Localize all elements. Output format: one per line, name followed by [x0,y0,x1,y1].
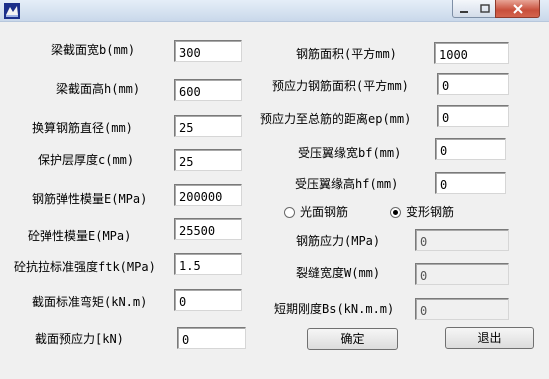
app-icon [4,3,20,19]
plain-rebar-radio[interactable] [284,207,295,218]
cover-thickness-input[interactable] [174,149,242,171]
minimize-button[interactable] [452,0,476,18]
prestress-distance-input[interactable] [437,105,509,127]
tensile-strength-label: 砼抗拉标准强度ftk(MPa) [14,260,156,274]
maximize-icon [479,3,490,13]
calculator-window: 梁截面宽b(mm) 梁截面高h(mm) 换算钢筋直径(mm) 保护层厚度c(mm… [0,0,549,379]
steel-modulus-label: 钢筋弹性模量E(MPa) [32,192,148,206]
flange-height-label: 受压翼缘高hf(mm) [295,177,399,191]
rebar-area-label: 钢筋面积(平方mm) [296,47,397,61]
rebar-area-input[interactable] [434,42,509,64]
prestress-force-input[interactable] [177,327,246,349]
short-term-stiffness-label: 短期刚度Bs(kN.m.m) [274,302,395,316]
steel-modulus-input[interactable] [174,184,242,206]
exit-button[interactable]: 退出 [445,327,534,349]
flange-height-input[interactable] [435,172,506,194]
minimize-icon [460,10,468,13]
steel-stress-output [415,229,509,251]
prestress-distance-label: 预应力至总筋的距离ep(mm) [260,112,412,126]
tensile-strength-input[interactable] [174,253,242,275]
crack-width-label: 裂缝宽度W(mm) [296,266,381,280]
deformed-rebar-label[interactable]: 变形钢筋 [406,204,454,220]
close-button[interactable] [495,0,540,18]
beam-width-label: 梁截面宽b(mm) [51,43,136,57]
concrete-modulus-label: 砼弹性模量E(MPa) [28,229,132,243]
maximize-button[interactable] [474,0,496,18]
flange-width-input[interactable] [435,138,506,160]
beam-width-input[interactable] [174,40,242,62]
beam-height-label: 梁截面高h(mm) [56,82,141,96]
radio-selected-dot [393,210,398,215]
close-icon [512,3,523,14]
deformed-rebar-radio[interactable] [390,207,401,218]
prestress-force-label: 截面预应力[kN) [35,332,124,346]
plain-rebar-label[interactable]: 光面钢筋 [300,204,348,220]
short-term-stiffness-output [415,298,509,320]
ok-button[interactable]: 确定 [307,328,398,350]
bending-moment-input[interactable] [174,289,242,311]
title-bar[interactable] [0,0,549,22]
rebar-diameter-label: 换算钢筋直径(mm) [32,121,133,135]
prestress-area-label: 预应力钢筋面积(平方mm) [272,79,409,93]
rebar-diameter-input[interactable] [174,115,242,137]
flange-width-label: 受压翼缘宽bf(mm) [298,146,402,160]
bending-moment-label: 截面标准弯矩(kN.m) [32,295,148,309]
concrete-modulus-input[interactable] [174,218,242,240]
prestress-area-input[interactable] [437,73,509,95]
form-area: 梁截面宽b(mm) 梁截面高h(mm) 换算钢筋直径(mm) 保护层厚度c(mm… [1,22,547,377]
steel-stress-label: 钢筋应力(MPa) [296,234,381,248]
crack-width-output [415,263,509,285]
beam-height-input[interactable] [174,79,242,101]
cover-thickness-label: 保护层厚度c(mm) [38,153,135,167]
